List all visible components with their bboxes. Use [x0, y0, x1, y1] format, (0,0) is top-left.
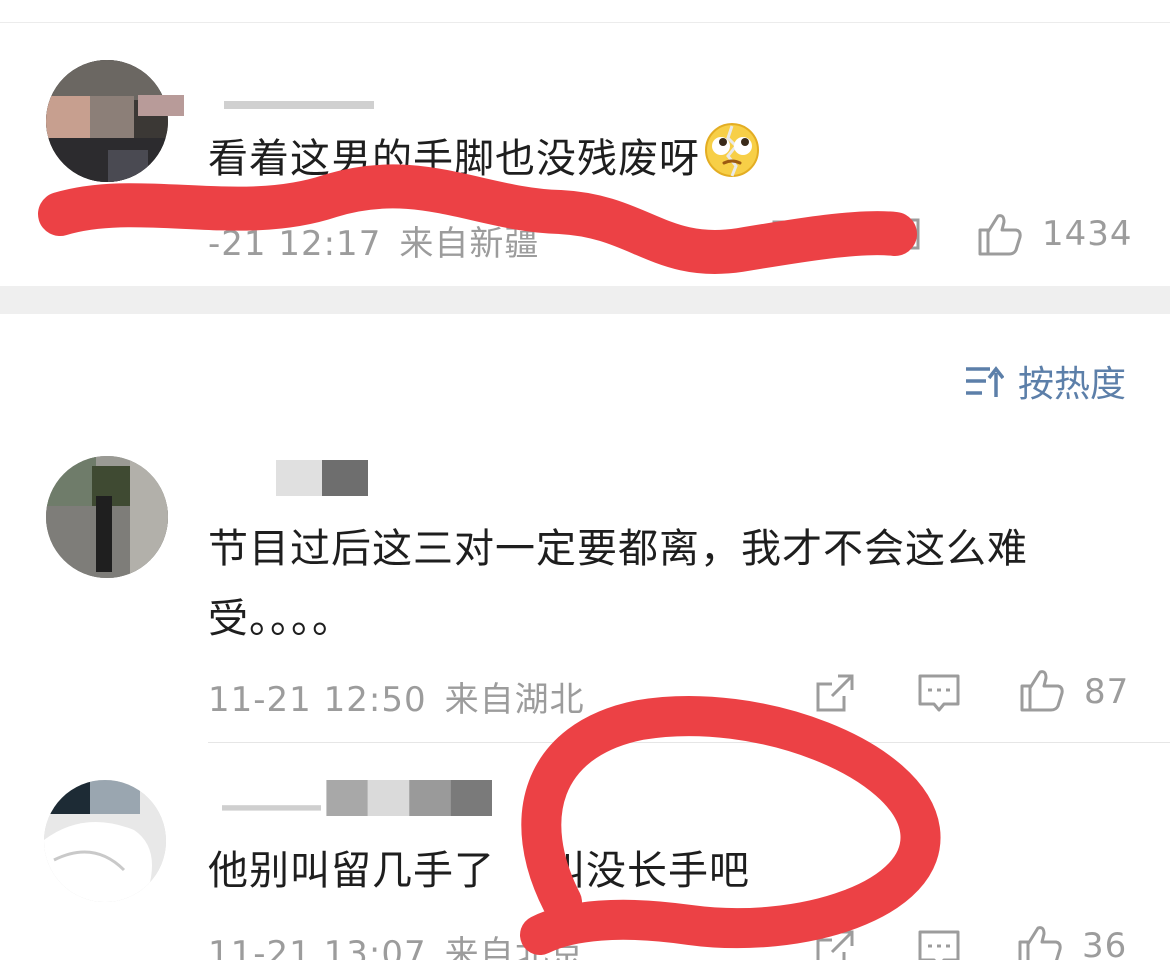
sort-by-hot-button[interactable]: 按热度: [964, 356, 1126, 406]
top-divider: [0, 22, 1170, 23]
comment-separator: [208, 742, 1170, 743]
username-blurred[interactable]: [138, 80, 398, 116]
dizzy-face-emoji-icon: [704, 122, 760, 200]
comment-text: 节目过后这三对一定要都离，我才不会这么难 受。。。。: [208, 514, 1028, 654]
comment-time: -21 12:17: [208, 224, 382, 264]
comment-text-line1: 节目过后这三对一定要都离，我才不会这么难: [208, 526, 1028, 572]
blurred-avatar-icon: [46, 60, 168, 182]
comment-text: 看着这男的手脚也没残废呀: [208, 122, 760, 200]
comment-text: 他别叫留几手了 叫没长手吧: [208, 836, 750, 906]
comment-location: 来自北京: [444, 934, 585, 960]
blurred-avatar-icon: [46, 456, 168, 578]
sort-icon: [966, 366, 1004, 397]
like-count: 36: [1082, 926, 1128, 960]
username-blurred[interactable]: [206, 780, 526, 816]
sort-label: 按热度: [1018, 364, 1127, 405]
like-thumb-icon[interactable]: [1016, 922, 1062, 960]
section-divider: [0, 286, 1170, 314]
like-thumb-icon[interactable]: [976, 210, 1022, 256]
comment-icon[interactable]: [916, 926, 962, 960]
avatar[interactable]: [44, 780, 166, 902]
comment-time: 11-21 12:50: [208, 680, 427, 720]
like-count: 1434: [1042, 214, 1133, 254]
avatar[interactable]: [46, 60, 168, 182]
username-blurred[interactable]: [230, 460, 390, 496]
like-thumb-icon[interactable]: [1018, 666, 1064, 712]
comment-time: 11-21 13:07: [208, 934, 427, 960]
comment-meta: 11-21 13:07 来自北京: [208, 926, 585, 960]
share-icon[interactable]: [770, 214, 816, 260]
comment-icon[interactable]: [916, 670, 962, 716]
comment-meta: -21 12:17 来自新疆: [208, 216, 539, 265]
comment-meta: 11-21 12:50 来自湖北: [208, 672, 585, 721]
comment-location: 来自新疆: [399, 224, 540, 264]
comment-location: 来自湖北: [444, 680, 585, 720]
avatar[interactable]: [46, 456, 168, 578]
weibo-comments-screen: 看着这男的手脚也没残废呀 -21 12:17 来自新疆 1434 按热度 节目过…: [0, 0, 1170, 960]
comment-text-line2: 受。。。。: [208, 596, 353, 642]
comment-icon[interactable]: [878, 214, 924, 260]
comment-text-part1: 他别叫留几手了: [208, 848, 495, 894]
blurred-avatar-icon: [44, 780, 166, 902]
like-count: 87: [1084, 672, 1130, 712]
share-icon[interactable]: [812, 670, 858, 716]
share-icon[interactable]: [812, 926, 858, 960]
comment-text-part2: 叫没长手吧: [545, 848, 750, 894]
